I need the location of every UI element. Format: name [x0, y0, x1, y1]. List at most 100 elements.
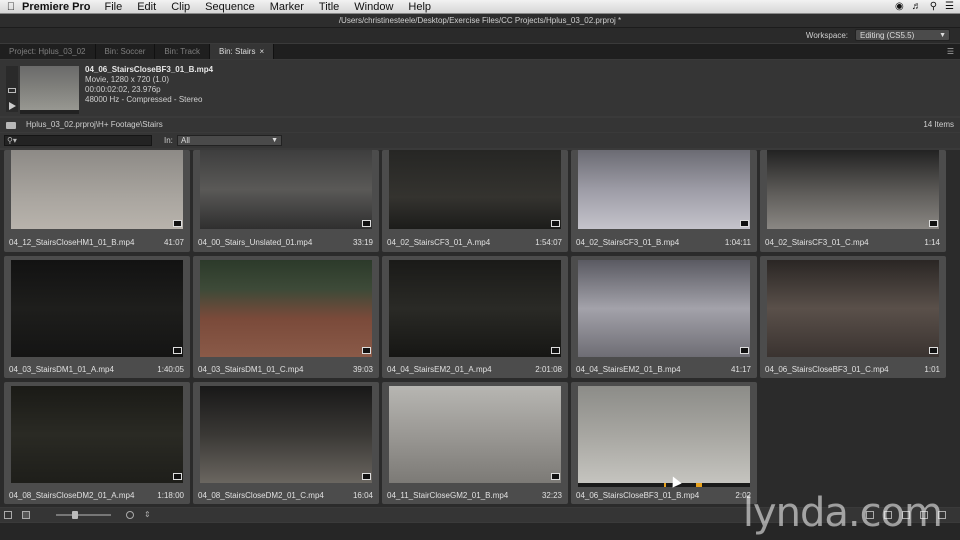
clip-tile[interactable]: 04_04_StairsEM2_01_A.mp4 2:01:08 — [382, 256, 568, 378]
bin-path-bar: Hplus_03_02.prproj\H+ Footage\Stairs 14 … — [0, 118, 960, 132]
zoom-slider-handle[interactable] — [72, 511, 78, 519]
clip-duration: 16:04 — [352, 491, 373, 500]
workspace-bar: Workspace: Editing (CS5.5) ▼ — [0, 28, 960, 43]
video-badge-icon — [740, 347, 749, 354]
menu-file[interactable]: File — [104, 1, 122, 13]
clip-tile[interactable]: 04_12_StairsCloseHM1_01_B.mp4 41:07 — [4, 150, 190, 252]
clip-thumbnail — [578, 260, 750, 357]
clip-name: 04_03_StairsDM1_01_A.mp4 — [9, 365, 114, 374]
clip-duration: 1:01 — [924, 365, 940, 374]
spotlight-icon[interactable]: ⚲ — [930, 1, 937, 12]
preview-scrub-bar[interactable] — [20, 110, 79, 114]
clip-info-audio: 48000 Hz - Compressed - Stereo — [85, 95, 203, 104]
clip-tile[interactable]: 04_06_StairsCloseBF3_01_C.mp4 1:01 — [760, 256, 946, 378]
tab-bin-stairs[interactable]: Bin: Stairs × — [209, 44, 275, 59]
clip-thumbnail — [767, 150, 939, 229]
menu-window[interactable]: Window — [354, 1, 393, 13]
volume-icon[interactable]: ♬ — [912, 1, 922, 12]
clip-thumbnail — [11, 260, 183, 357]
apple-icon[interactable]:  — [0, 1, 22, 13]
zoom-slider[interactable] — [56, 514, 111, 516]
tab-project[interactable]: Project: Hplus_03_02 — [0, 44, 96, 59]
menu-extras: ◉ ♬ ⚲ ☰ — [895, 1, 960, 12]
video-badge-icon — [362, 347, 371, 354]
clip-thumbnail — [578, 386, 750, 483]
menu-help[interactable]: Help — [408, 1, 431, 13]
clip-tile[interactable]: 04_02_StairsCF3_01_A.mp4 1:54:07 — [382, 150, 568, 252]
workspace-select[interactable]: Editing (CS5.5) ▼ — [855, 29, 950, 41]
clip-thumbnail — [200, 150, 372, 229]
clip-name: 04_06_StairsCloseBF3_01_B.mp4 — [576, 491, 700, 500]
video-badge-icon — [173, 347, 182, 354]
clip-tile[interactable]: 04_03_StairsDM1_01_C.mp4 39:03 — [193, 256, 379, 378]
clip-name: 04_02_StairsCF3_01_C.mp4 — [765, 238, 869, 247]
clip-preview: 04_06_StairsCloseBF3_01_B.mp4 Movie, 128… — [0, 60, 960, 116]
video-badge-icon — [362, 473, 371, 480]
chevron-down-icon: ▼ — [271, 137, 278, 144]
clip-name: 04_02_StairsCF3_01_A.mp4 — [387, 238, 491, 247]
hover-scrub-bar[interactable] — [578, 483, 750, 487]
clip-tile[interactable]: 04_04_StairsEM2_01_B.mp4 41:17 — [571, 256, 757, 378]
menu-title[interactable]: Title — [319, 1, 339, 13]
search-bar: ⚲▾ In: All ▼ — [0, 133, 960, 148]
clip-tile[interactable]: 04_02_StairsCF3_01_B.mp4 1:04:11 — [571, 150, 757, 252]
clip-info-duration: 00:00:02:02, 23.976p — [85, 85, 161, 94]
clip-thumbnail — [767, 260, 939, 357]
menu-clip[interactable]: Clip — [171, 1, 190, 13]
list-view-icon[interactable] — [4, 511, 12, 519]
preview-thumbnail[interactable] — [20, 66, 79, 114]
panel-tabs: Project: Hplus_03_02 Bin: Soccer Bin: Tr… — [0, 44, 960, 59]
clip-tile[interactable]: 04_08_StairsCloseDM2_01_A.mp4 1:18:00 — [4, 382, 190, 504]
menu-sequence[interactable]: Sequence — [205, 1, 255, 13]
search-input[interactable]: ⚲▾ — [4, 135, 152, 146]
lynda-watermark: lynda.com — [742, 490, 943, 536]
chevron-down-icon: ▼ — [939, 32, 946, 39]
bin-icon-grid: 04_12_StairsCloseHM1_01_B.mp4 41:07 04_0… — [0, 150, 960, 507]
menu-marker[interactable]: Marker — [270, 1, 304, 13]
clip-thumbnail — [200, 386, 372, 483]
clip-thumbnail — [11, 386, 183, 483]
clip-duration: 41:17 — [730, 365, 751, 374]
workspace-value: Editing (CS5.5) — [860, 31, 915, 40]
clip-tile-selected[interactable]: 04_06_StairsCloseBF3_01_B.mp4 2:02 — [571, 382, 757, 504]
sort-icon[interactable]: ⇕ — [144, 511, 152, 519]
clip-tile[interactable]: 04_08_StairsCloseDM2_01_C.mp4 16:04 — [193, 382, 379, 504]
video-badge-icon — [929, 220, 938, 227]
video-badge-icon — [362, 220, 371, 227]
in-label: In: — [164, 136, 173, 145]
clip-info-name: 04_06_StairsCloseBF3_01_B.mp4 — [85, 65, 214, 74]
clip-name: 04_12_StairsCloseHM1_01_B.mp4 — [9, 238, 135, 247]
app-menu[interactable]: Premiere Pro — [22, 1, 90, 13]
clip-name: 04_04_StairsEM2_01_B.mp4 — [576, 365, 681, 374]
tab-bin-soccer[interactable]: Bin: Soccer — [96, 44, 156, 59]
menu-edit[interactable]: Edit — [137, 1, 156, 13]
clip-tile[interactable]: 04_00_Stairs_Unslated_01.mp4 33:19 — [193, 150, 379, 252]
clip-tile[interactable]: 04_02_StairsCF3_01_C.mp4 1:14 — [760, 150, 946, 252]
clip-name: 04_02_StairsCF3_01_B.mp4 — [576, 238, 680, 247]
tab-bin-track[interactable]: Bin: Track — [155, 44, 210, 59]
menu-bar:  Premiere Pro File Edit Clip Sequence M… — [0, 0, 960, 14]
clip-name: 04_03_StairsDM1_01_C.mp4 — [198, 365, 304, 374]
video-badge-icon — [929, 347, 938, 354]
clip-duration: 33:19 — [352, 238, 373, 247]
in-select[interactable]: All ▼ — [177, 135, 282, 146]
clip-tile[interactable]: 04_11_StairCloseGM2_01_B.mp4 32:23 — [382, 382, 568, 504]
in-value: All — [181, 136, 190, 145]
clip-info: 04_06_StairsCloseBF3_01_B.mp4 Movie, 128… — [85, 65, 213, 105]
clip-thumbnail — [389, 386, 561, 483]
clip-info-format: Movie, 1280 x 720 (1.0) — [85, 75, 170, 84]
zoom-in-icon[interactable] — [126, 511, 134, 519]
clip-duration: 1:40:05 — [157, 365, 184, 374]
clip-thumbnail — [389, 260, 561, 357]
icon-view-icon[interactable] — [22, 511, 30, 519]
notification-icon[interactable]: ☰ — [945, 1, 954, 12]
wifi-icon[interactable]: ◉ — [895, 1, 904, 12]
close-icon[interactable]: × — [259, 47, 264, 56]
panel-menu-icon[interactable]: ☰ — [947, 44, 960, 59]
item-count: 14 Items — [923, 120, 954, 129]
clip-duration: 1:04:11 — [724, 238, 751, 247]
clip-tile[interactable]: 04_03_StairsDM1_01_A.mp4 1:40:05 — [4, 256, 190, 378]
poster-frame-icon[interactable] — [8, 88, 16, 93]
play-icon[interactable] — [9, 102, 16, 110]
bin-path: Hplus_03_02.prproj\H+ Footage\Stairs — [26, 120, 163, 129]
